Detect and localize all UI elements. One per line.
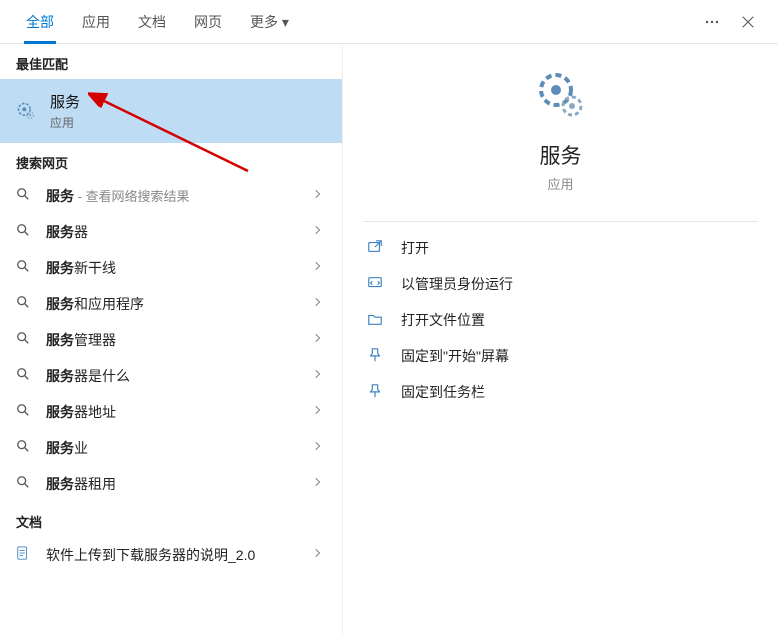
folder-icon xyxy=(367,311,385,330)
doc-result-text: 软件上传到下载服务器的说明_2.0 xyxy=(46,545,312,565)
action-label: 打开 xyxy=(401,238,429,258)
search-icon xyxy=(16,367,32,386)
best-match-header: 最佳匹配 xyxy=(0,44,342,79)
services-icon xyxy=(16,101,36,121)
tab-more[interactable]: 更多 ▾ xyxy=(236,0,303,44)
preview-panel: 服务 应用 打开以管理员身份运行打开文件位置固定到"开始"屏幕固定到任务栏 xyxy=(343,44,778,634)
preview-title: 服务 xyxy=(363,140,758,170)
web-result-text: 服务器地址 xyxy=(46,402,312,422)
document-icon xyxy=(16,546,32,565)
web-result-text: 服务器 xyxy=(46,222,312,242)
more-options-icon[interactable] xyxy=(694,0,730,44)
tab-web[interactable]: 网页 xyxy=(180,0,236,44)
action-open[interactable]: 打开 xyxy=(363,230,758,266)
web-result-item[interactable]: 服务和应用程序 xyxy=(0,286,342,322)
results-panel: 最佳匹配 服务 应用 搜索网页 服务 - 查看网络搜索结果服务器服务新干线服务和… xyxy=(0,44,343,634)
web-result-item[interactable]: 服务器地址 xyxy=(0,394,342,430)
chevron-right-icon xyxy=(312,223,326,241)
web-result-item[interactable]: 服务管理器 xyxy=(0,322,342,358)
pin-icon xyxy=(367,347,385,366)
search-icon xyxy=(16,403,32,422)
chevron-right-icon xyxy=(312,475,326,493)
close-icon[interactable] xyxy=(730,0,766,44)
tab-apps[interactable]: 应用 xyxy=(68,0,124,44)
chevron-right-icon xyxy=(312,403,326,421)
best-match-item[interactable]: 服务 应用 xyxy=(0,79,342,143)
web-result-item[interactable]: 服务器是什么 xyxy=(0,358,342,394)
search-icon xyxy=(16,259,32,278)
web-result-item[interactable]: 服务新干线 xyxy=(0,250,342,286)
web-result-text: 服务业 xyxy=(46,438,312,458)
admin-icon xyxy=(367,275,385,294)
action-label: 固定到任务栏 xyxy=(401,382,485,402)
web-search-header: 搜索网页 xyxy=(0,143,342,178)
chevron-right-icon xyxy=(312,331,326,349)
chevron-right-icon xyxy=(312,546,326,564)
search-icon xyxy=(16,331,32,350)
web-result-item[interactable]: 服务业 xyxy=(0,430,342,466)
web-result-text: 服务 - 查看网络搜索结果 xyxy=(46,186,312,206)
search-icon xyxy=(16,475,32,494)
doc-result-item[interactable]: 软件上传到下载服务器的说明_2.0 xyxy=(0,537,342,573)
search-icon xyxy=(16,223,32,242)
tab-all[interactable]: 全部 xyxy=(12,0,68,44)
chevron-right-icon xyxy=(312,439,326,457)
web-result-text: 服务器租用 xyxy=(46,474,312,494)
services-icon-large xyxy=(534,68,588,122)
web-result-item[interactable]: 服务器 xyxy=(0,214,342,250)
web-result-item[interactable]: 服务器租用 xyxy=(0,466,342,502)
open-icon xyxy=(367,239,385,258)
action-label: 以管理员身份运行 xyxy=(401,274,513,294)
best-match-title: 服务 xyxy=(50,91,80,112)
tab-bar: 全部 应用 文档 网页 更多 ▾ xyxy=(0,0,778,44)
action-folder[interactable]: 打开文件位置 xyxy=(363,302,758,338)
action-pin[interactable]: 固定到任务栏 xyxy=(363,374,758,410)
web-result-text: 服务管理器 xyxy=(46,330,312,350)
search-icon xyxy=(16,187,32,206)
chevron-right-icon xyxy=(312,295,326,313)
action-pin[interactable]: 固定到"开始"屏幕 xyxy=(363,338,758,374)
chevron-right-icon xyxy=(312,259,326,277)
web-result-text: 服务新干线 xyxy=(46,258,312,278)
tab-docs[interactable]: 文档 xyxy=(124,0,180,44)
chevron-right-icon xyxy=(312,187,326,205)
pin-icon xyxy=(367,383,385,402)
action-admin[interactable]: 以管理员身份运行 xyxy=(363,266,758,302)
divider xyxy=(363,221,758,222)
documents-header: 文档 xyxy=(0,502,342,537)
chevron-right-icon xyxy=(312,367,326,385)
action-label: 打开文件位置 xyxy=(401,310,485,330)
best-match-sub: 应用 xyxy=(50,114,80,131)
action-label: 固定到"开始"屏幕 xyxy=(401,346,509,366)
search-icon xyxy=(16,439,32,458)
web-result-item[interactable]: 服务 - 查看网络搜索结果 xyxy=(0,178,342,214)
preview-sub: 应用 xyxy=(363,174,758,193)
web-result-text: 服务器是什么 xyxy=(46,366,312,386)
search-icon xyxy=(16,295,32,314)
web-result-text: 服务和应用程序 xyxy=(46,294,312,314)
